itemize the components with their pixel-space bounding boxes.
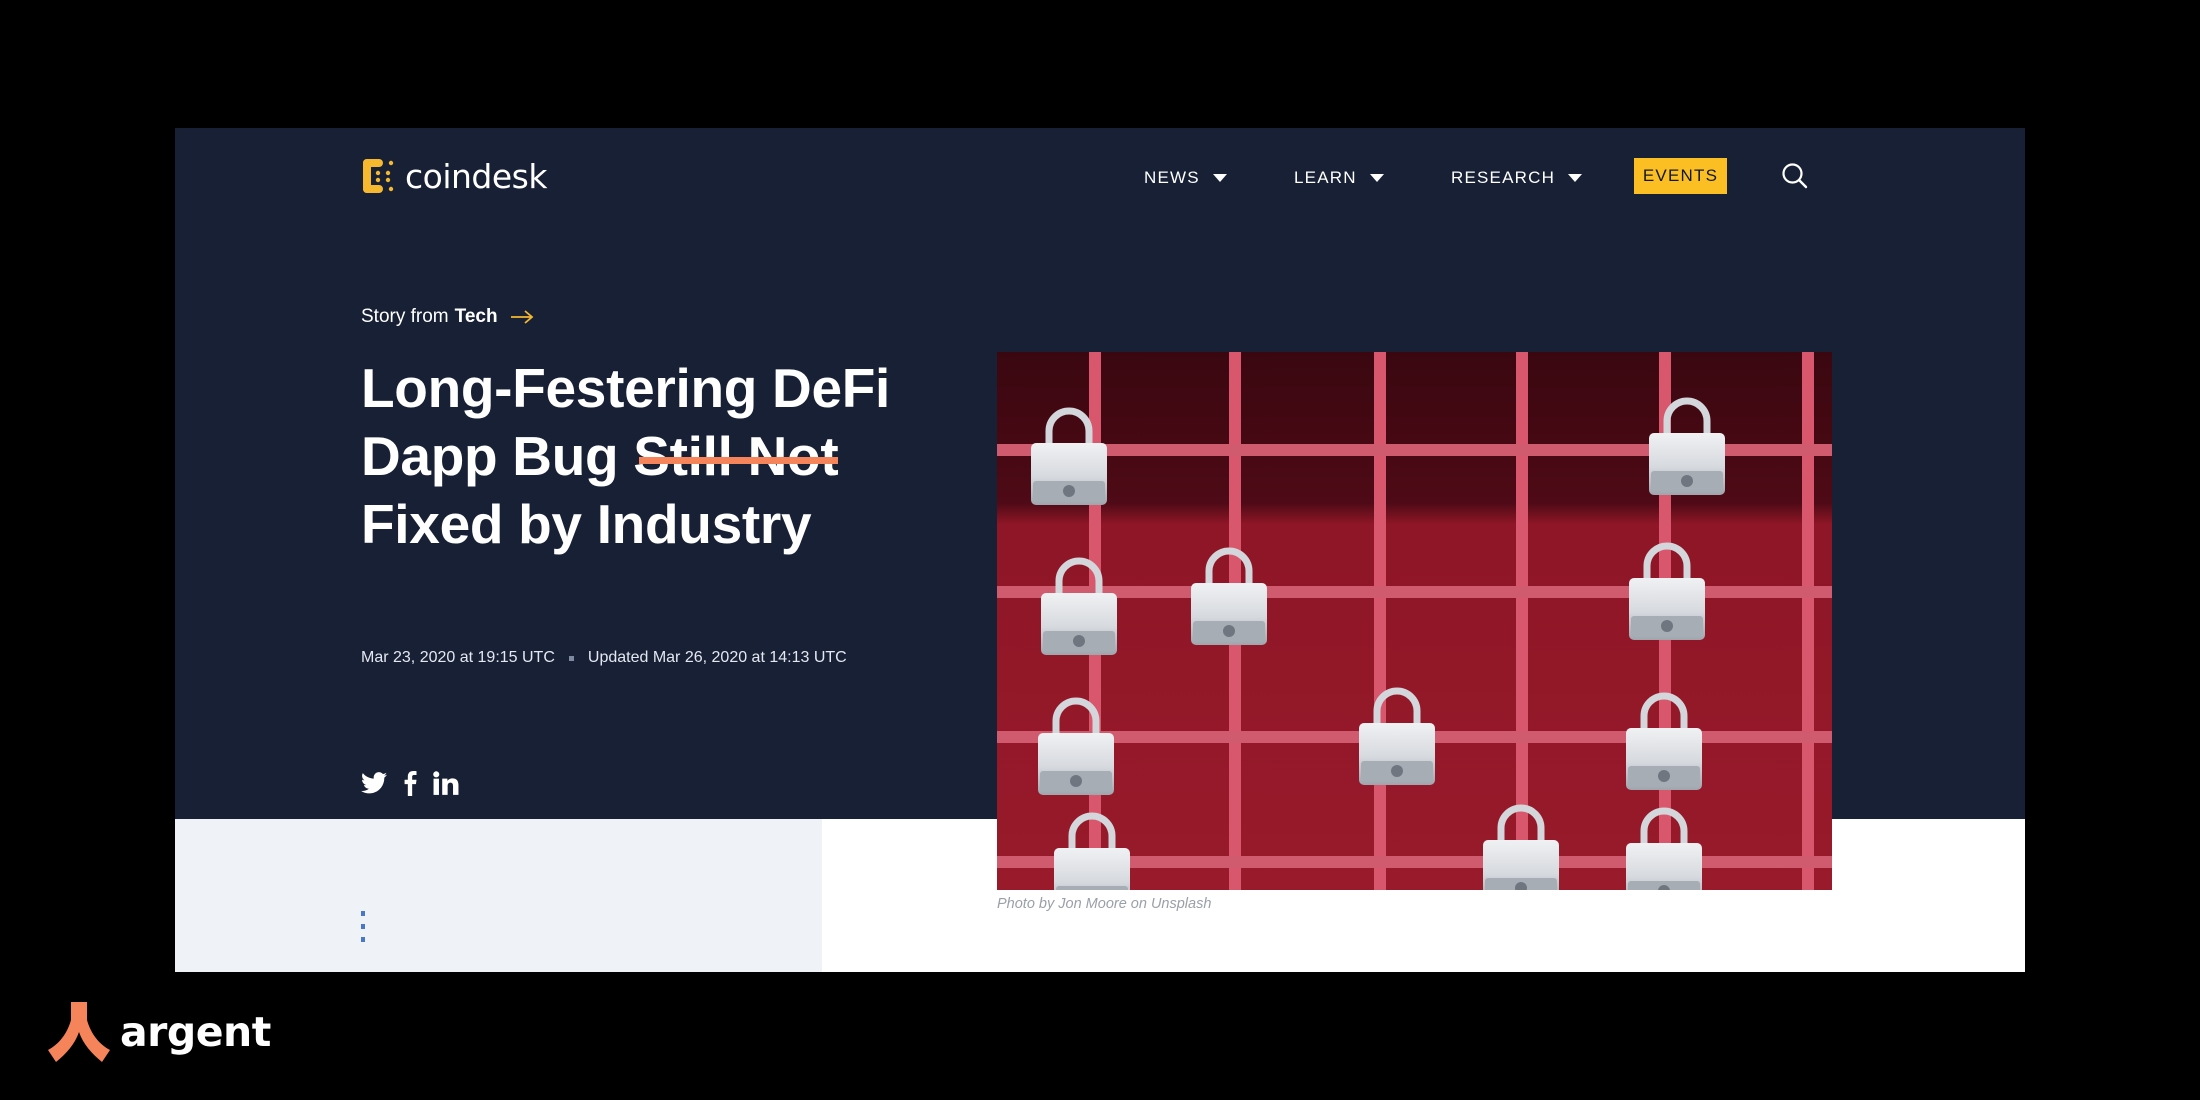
updated-date: Updated Mar 26, 2020 at 14:13 UTC [587,649,847,666]
chevron-down-icon [1369,174,1384,182]
grid-bar-vertical [1802,352,1814,890]
browser-page: coindesk NEWS LEARN RESEARCH EVENTS Stor… [175,128,2025,972]
argent-brand-text: argent [120,1008,271,1056]
nav-research-label: RESEARCH [1451,168,1556,187]
grid-bar-vertical [1374,352,1386,890]
twitter-icon[interactable] [361,772,387,794]
argent-logo-icon [48,1002,110,1062]
facebook-icon[interactable] [403,770,417,796]
argent-watermark: argent [48,1002,271,1062]
published-date: Mar 23, 2020 at 19:15 UTC [361,649,555,666]
story-from-prefix: Story from [361,306,449,327]
nav-news-label: NEWS [1144,168,1200,187]
article-photo-padlocks [997,352,1832,890]
linkedin-icon[interactable] [433,771,459,795]
photo-caption: Photo by Jon Moore on Unsplash [997,896,1212,912]
arrow-right-icon [510,310,533,324]
separator-dot [568,655,574,661]
article-headline: Long-Festering DeFi Dapp Bug Still Not F… [361,354,981,558]
chevron-down-icon [1212,174,1227,182]
share-buttons [361,770,475,796]
headline-part-2: Fixed by Industry [361,493,812,555]
sidebar-panel [175,819,822,972]
headline-struck-text: Still Not [633,422,838,490]
nav-learn-label: LEARN [1294,168,1357,187]
story-section-link[interactable]: Story from Tech [361,306,534,328]
kebab-menu-icon[interactable] [361,911,367,951]
main-nav: NEWS LEARN RESEARCH [175,158,2025,198]
story-section-name: Tech [454,306,498,327]
nav-learn[interactable]: LEARN [1294,158,1384,198]
nav-research[interactable]: RESEARCH [1451,158,1583,198]
search-icon[interactable] [1780,161,1810,191]
grid-bar-horizontal [997,586,1832,598]
events-button[interactable]: EVENTS [1634,158,1727,194]
article-dates: Mar 23, 2020 at 19:15 UTC Updated Mar 26… [361,649,847,667]
nav-news[interactable]: NEWS [1144,158,1227,198]
chevron-down-icon [1568,174,1583,182]
